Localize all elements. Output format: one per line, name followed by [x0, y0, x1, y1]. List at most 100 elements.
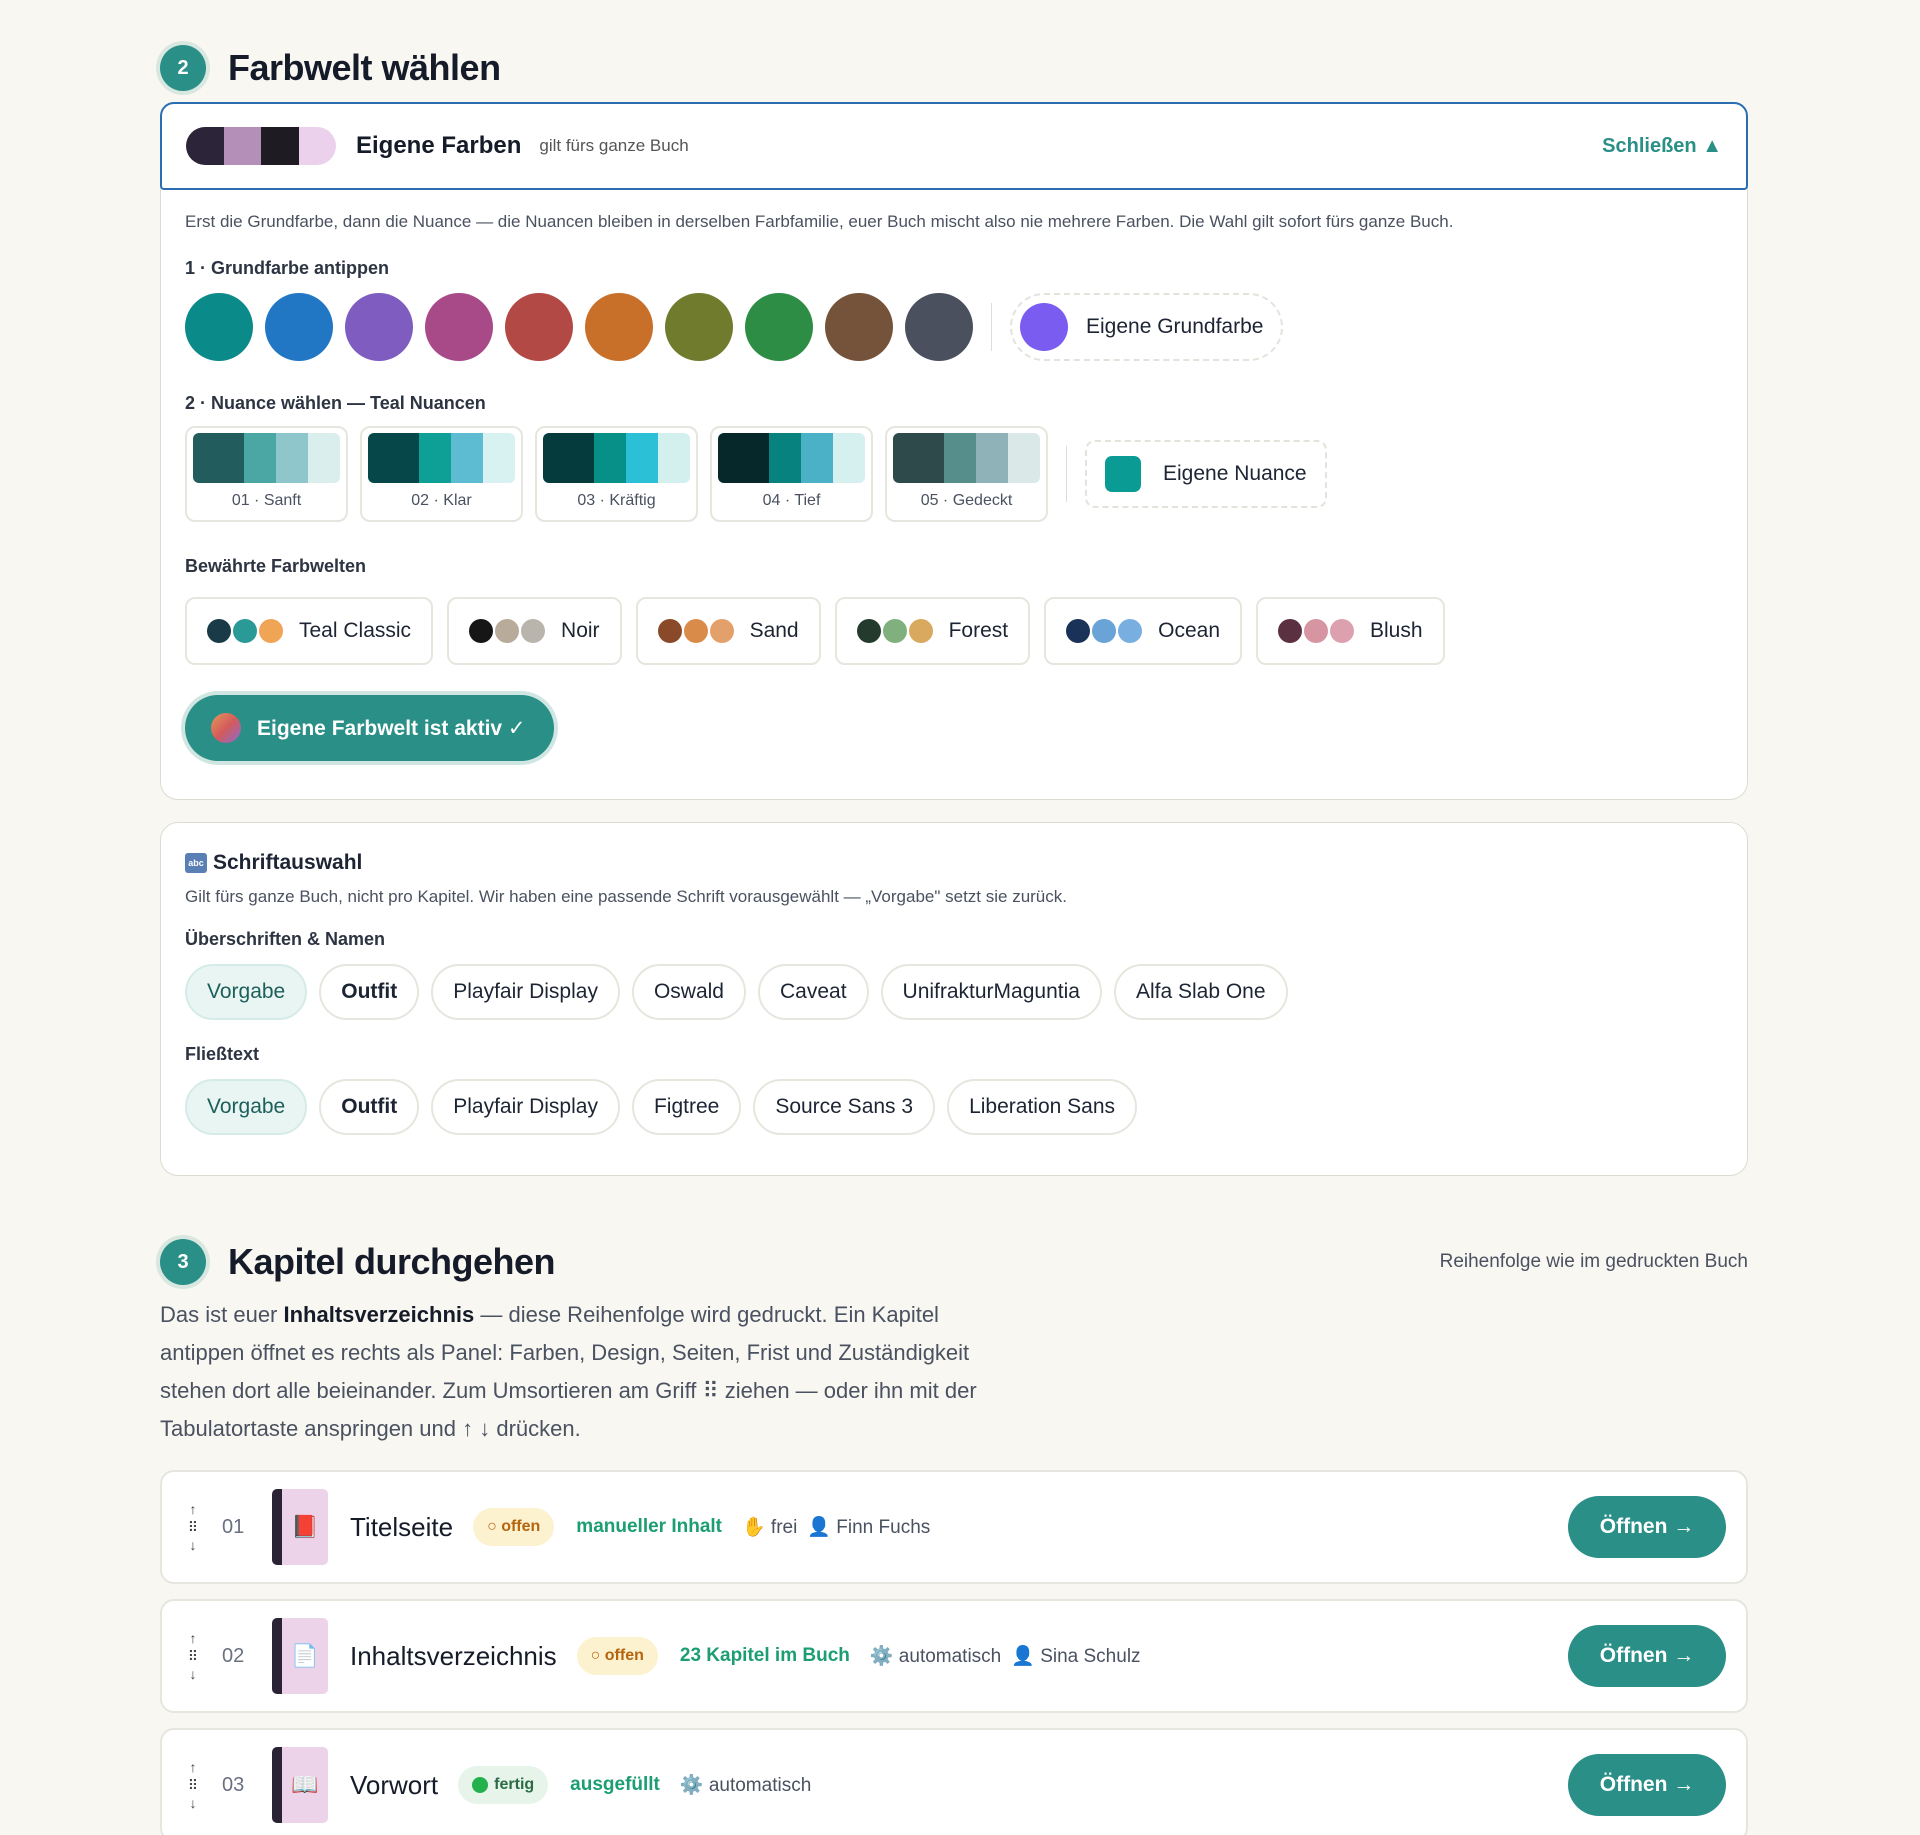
abc-icon: abc	[185, 853, 207, 873]
preset-label: Blush	[1370, 619, 1423, 642]
swatch-segment	[261, 127, 299, 165]
body-label: Fließtext	[185, 1044, 260, 1064]
drag-handle[interactable]: ↑ ⠿ ↓	[186, 1758, 200, 1812]
preset-dot	[1066, 619, 1091, 643]
chapter-mode: ✋ frei	[742, 1517, 798, 1538]
nuance-color	[244, 433, 277, 483]
font-chip[interactable]: Vorgabe	[185, 964, 308, 1020]
nuance-color	[718, 433, 770, 483]
font-chip[interactable]: Caveat	[757, 964, 869, 1020]
font-chip[interactable]: Outfit	[319, 964, 420, 1020]
preset-button[interactable]: Ocean	[1044, 597, 1242, 665]
base-color-swatch[interactable]	[185, 293, 253, 361]
drag-handle[interactable]: ↑ ⠿ ↓	[186, 1500, 200, 1554]
font-panel: abc Schriftauswahl Gilt fürs ganze Buch,…	[160, 822, 1748, 1176]
open-chapter-button[interactable]: Öffnen →	[1568, 1496, 1726, 1558]
intro-bold: Inhaltsverzeichnis	[283, 1302, 475, 1327]
chapter-row[interactable]: ↑ ⠿ ↓ 01 📕 Titelseite ○ offen manueller Inhalt ✋…	[160, 1470, 1748, 1584]
nuance-strip	[543, 433, 690, 483]
status-badge: fertig	[458, 1766, 549, 1804]
preset-dots	[207, 619, 285, 643]
preset-button[interactable]: Sand	[635, 597, 821, 665]
color-panel: Eigene Farben gilt fürs ganze Buch Schli…	[160, 102, 1748, 800]
nuance-option[interactable]: 05 · Gedeckt	[885, 426, 1048, 522]
nuance-strip	[718, 433, 865, 483]
custom-nuance-button[interactable]: Eigene Nuance	[1085, 440, 1327, 508]
preset-button[interactable]: Noir	[447, 597, 622, 665]
chapter-title: Inhaltsverzeichnis	[350, 1640, 557, 1671]
nuance-color	[543, 433, 595, 483]
intro-text: Das ist euer	[160, 1302, 284, 1327]
chapter-row[interactable]: ↑ ⠿ ↓ 03 📖 Vorwort fertig ausgefüllt ⚙️ automati…	[160, 1728, 1748, 1835]
font-chip[interactable]: Figtree	[631, 1079, 742, 1135]
font-chip[interactable]: UnifrakturMaguntia	[880, 964, 1102, 1020]
custom-base-color-dot	[1020, 303, 1068, 351]
chapter-title: Titelseite	[350, 1511, 454, 1542]
drag-handle[interactable]: ↑ ⠿ ↓	[186, 1629, 200, 1683]
preset-label: Teal Classic	[299, 619, 412, 642]
active-button-label: Eigene Farbwelt ist aktiv ✓	[257, 716, 526, 740]
nuance-color	[368, 433, 420, 483]
font-chip[interactable]: Vorgabe	[185, 1079, 308, 1135]
divider	[1066, 446, 1067, 502]
base-color-swatch[interactable]	[825, 293, 893, 361]
swatch-segment	[186, 127, 224, 165]
custom-base-color-label: Eigene Grundfarbe	[1086, 315, 1264, 338]
font-chip[interactable]: Playfair Display	[431, 964, 620, 1020]
nuance-color	[1008, 433, 1040, 483]
font-chip[interactable]: Alfa Slab One	[1113, 964, 1288, 1020]
chapter-mode: ⚙️ automatisch	[869, 1646, 1002, 1667]
nuance-color	[308, 433, 340, 483]
open-chapter-button[interactable]: Öffnen →	[1568, 1625, 1726, 1687]
chapter-info: ausgefüllt	[570, 1774, 660, 1795]
chapters-intro: Das ist euer Inhaltsverzeichnis — diese …	[160, 1296, 980, 1448]
nuance-color	[594, 433, 627, 483]
nuance-color	[658, 433, 690, 483]
base-color-swatch[interactable]	[345, 293, 413, 361]
section-3-heading: 3 Kapitel durchgehen Reihenfolge wie im …	[160, 1237, 1748, 1287]
preset-button[interactable]: Blush	[1256, 597, 1445, 665]
preset-label: Sand	[749, 619, 799, 642]
preset-button[interactable]: Forest	[834, 597, 1031, 665]
chapter-row[interactable]: ↑ ⠿ ↓ 02 📄 Inhaltsverzeichnis ○ offen 23 Kapite…	[160, 1599, 1748, 1713]
base-color-swatch[interactable]	[265, 293, 333, 361]
chapter-number: 01	[222, 1515, 245, 1538]
preset-dot	[1304, 619, 1328, 643]
chapter-info: 23 Kapitel im Buch	[679, 1645, 850, 1666]
font-chip[interactable]: Liberation Sans	[947, 1079, 1138, 1135]
nuance-option[interactable]: 04 · Tief	[710, 426, 873, 522]
preset-button[interactable]: Teal Classic	[185, 597, 434, 665]
nuance-option[interactable]: 02 · Klar	[360, 426, 523, 522]
chapter-assignee: 👤 Finn Fuchs	[807, 1517, 931, 1538]
font-chip[interactable]: Source Sans 3	[753, 1079, 936, 1135]
open-chapter-button[interactable]: Öffnen →	[1568, 1754, 1726, 1816]
nuance-option[interactable]: 03 · Kräftig	[535, 426, 698, 522]
font-chip[interactable]: Oswald	[631, 964, 746, 1020]
nuance-strip	[193, 433, 340, 483]
chapter-thumbnail-icon: 📄	[272, 1618, 328, 1694]
font-title-text: Schriftauswahl	[213, 851, 363, 874]
font-chip[interactable]: Playfair Display	[431, 1079, 620, 1135]
custom-palette-active-button[interactable]: Eigene Farbwelt ist aktiv ✓	[185, 695, 554, 761]
custom-base-color-button[interactable]: Eigene Grundfarbe	[1010, 293, 1284, 361]
nuance-label: 03 · Kräftig	[577, 492, 656, 509]
custom-nuance-label: Eigene Nuance	[1163, 462, 1307, 485]
section-title: Farbwelt wählen	[228, 47, 501, 88]
nuance-strip	[368, 433, 515, 483]
nuance-label: 2 · Nuance wählen — Teal Nuancen	[185, 393, 486, 413]
nuance-option[interactable]: 01 · Sanft	[185, 426, 348, 522]
color-panel-header[interactable]: Eigene Farben gilt fürs ganze Buch Schli…	[160, 102, 1748, 190]
preset-label: Forest	[948, 619, 1009, 642]
preset-dots	[856, 619, 935, 643]
base-color-swatch[interactable]	[745, 293, 813, 361]
nuance-color	[976, 433, 1009, 483]
base-color-swatch[interactable]	[665, 293, 733, 361]
close-button[interactable]: Schließen ▲	[1602, 135, 1722, 158]
font-chip[interactable]: Outfit	[319, 1079, 420, 1135]
base-color-swatch[interactable]	[425, 293, 493, 361]
base-color-swatch[interactable]	[585, 293, 653, 361]
preset-dot	[469, 619, 494, 643]
base-color-swatch[interactable]	[505, 293, 573, 361]
preset-dot	[1278, 619, 1302, 643]
base-color-swatch[interactable]	[905, 293, 973, 361]
